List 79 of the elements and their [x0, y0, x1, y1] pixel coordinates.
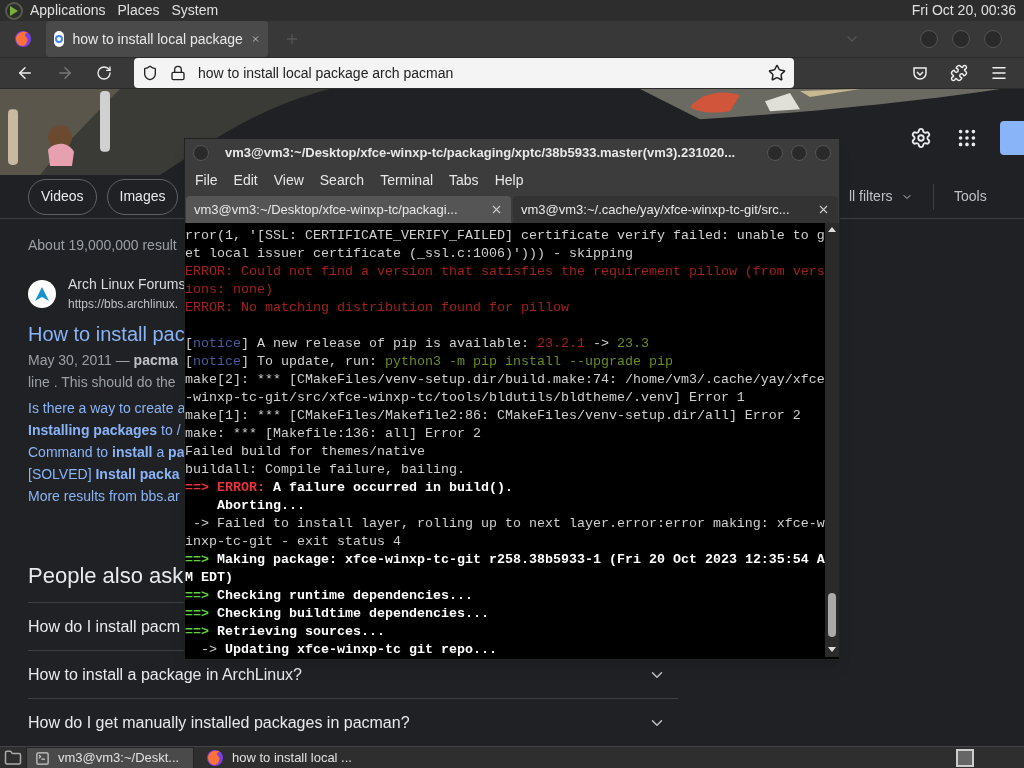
- result-link[interactable]: More results from bbs.ar: [28, 485, 180, 507]
- result-link[interactable]: Command to install a pa: [28, 441, 185, 463]
- star-icon[interactable]: [768, 64, 786, 82]
- tab-title: how to install local package: [72, 29, 243, 49]
- settings-icon[interactable]: [910, 127, 932, 149]
- shield-icon[interactable]: [142, 65, 158, 81]
- menu-item[interactable]: Edit: [225, 170, 266, 192]
- window-title: vm3@vm3:~/Desktop/xfce-winxp-tc/packaging/xptc/38b5933.master(vm3).231020...: [224, 143, 736, 162]
- result-snippet: May 30, 2011 — pacma: [28, 351, 178, 370]
- back-icon[interactable]: [16, 64, 34, 82]
- filter-button[interactable]: ll filters: [849, 186, 913, 207]
- site-name: Arch Linux Forums: [68, 275, 186, 294]
- terminal-line: Failed build for themes/native: [185, 443, 425, 461]
- address-field[interactable]: how to install local package arch pacman: [134, 58, 794, 88]
- terminal-line: make[2]: *** [CMakeFiles/venv-setup.dir/build.make:74: /home/vm3/.cache/yay/xfce: [185, 371, 825, 389]
- workspace-icon[interactable]: [956, 749, 974, 767]
- menu-item[interactable]: Tabs: [441, 170, 487, 192]
- question-text[interactable]: How do I install pacm: [28, 614, 181, 639]
- lock-icon[interactable]: [170, 65, 186, 81]
- terminal-line: Aborting...: [216, 497, 305, 515]
- clock: Fri Oct 20, 00:36: [911, 1, 1017, 20]
- menu-item[interactable]: Search: [311, 170, 373, 192]
- terminal-line: -winxp-tc-git/src/xfce-winxp-tc/tools/bldutils/bldtheme/.venv] Error 1: [185, 389, 745, 405]
- terminal-line: [notice] A new release of pip is available: 23.2.1 -> 23.3: [185, 335, 649, 353]
- taskbar-item[interactable]: vm3@vm3:~/Deskt...: [26, 747, 194, 768]
- reload-icon[interactable]: [96, 65, 112, 81]
- forward-icon[interactable]: [56, 64, 74, 82]
- extensions-icon[interactable]: [950, 64, 968, 82]
- address-text: how to install local package arch pacman: [198, 63, 454, 83]
- show-desktop-icon[interactable]: [4, 749, 22, 767]
- scrollbar[interactable]: [825, 223, 839, 657]
- filter-button[interactable]: Tools: [954, 186, 1024, 207]
- terminal-line: inxp-tc-git - exit status 4: [185, 533, 401, 551]
- menu-icon[interactable]: [990, 64, 1008, 82]
- terminal-line: ==> Checking runtime dependencies...: [185, 587, 473, 605]
- terminal-line: et local issuer certificate (_ssl.c:1006)'))) - skipping: [185, 245, 633, 263]
- terminal-line: ERROR: No matching distribution found for pillow: [185, 299, 569, 317]
- site-url: https://bbs.archlinux.: [68, 296, 180, 313]
- terminal-line: make: *** [Makefile:136: all] Error 2: [185, 425, 481, 443]
- section-heading: People also ask: [28, 562, 184, 590]
- terminal-line: M EDT): [185, 569, 233, 587]
- apps-icon[interactable]: [956, 127, 978, 149]
- result-link[interactable]: Is there a way to create a: [28, 397, 186, 419]
- result-link[interactable]: [SOLVED] Install packa: [28, 463, 180, 485]
- terminal-icon: [35, 750, 50, 766]
- browser-icon: [206, 749, 224, 767]
- panel-menu[interactable]: Places: [111, 0, 166, 21]
- question-text[interactable]: How to install a package in ArchLinux?: [28, 662, 302, 687]
- menu-item[interactable]: Help: [486, 170, 532, 192]
- terminal-line: buildall: Compile failure, bailing.: [185, 461, 465, 479]
- site-logo-icon: [28, 279, 56, 308]
- terminal-line: -> Updating xfce-winxp-tc git repo...: [200, 641, 497, 659]
- browser-icon: [14, 30, 32, 48]
- terminal-line: ==> Making package: xfce-winxp-tc-git r258.38b5933-1 (Fri 20 Oct 2023 12:35:54 A: [185, 551, 825, 569]
- terminal-line: ==> Retrieving sources...: [185, 623, 385, 641]
- terminal-line: make[1]: *** [CMakeFiles/Makefile2:86: CMakeFiles/venv-setup.dir/all] Error 2: [185, 408, 801, 425]
- panel-menu[interactable]: Applications: [24, 0, 112, 21]
- terminal-line: ==> ERROR: A failure occurred in build().: [185, 479, 513, 497]
- result-title[interactable]: How to install pac: [28, 319, 185, 349]
- question-text[interactable]: How do I get manually installed packages in pacman?: [28, 710, 410, 735]
- terminal-tab[interactable]: vm3@vm3:~/Desktop/xfce-winxp-tc/packagi...: [186, 195, 511, 223]
- terminal-line: [notice] To update, run: python3 -m pip install --upgrade pip: [185, 353, 673, 371]
- menu-item[interactable]: View: [265, 170, 312, 192]
- panel-menu[interactable]: System: [165, 0, 225, 21]
- logo-icon[interactable]: [4, 0, 24, 21]
- terminal-line: ERROR: Could not find a version that satisfies the requirement pillow (from vers: [185, 263, 825, 281]
- results-count: About 19,000,000 result: [28, 236, 177, 255]
- menu-item[interactable]: File: [187, 170, 226, 192]
- taskbar-item[interactable]: how to install local ...: [198, 747, 366, 768]
- terminal-line: ions: none): [185, 281, 273, 299]
- menu-item[interactable]: Terminal: [372, 170, 442, 192]
- terminal-line: rror(1, '[SSL: CERTIFICATE_VERIFY_FAILED] certificate verify failed: unable to g: [185, 227, 825, 245]
- result-snippet: line . This should do the: [28, 373, 176, 392]
- pocket-icon[interactable]: [912, 65, 928, 81]
- terminal-line: -> Failed to install layer, rolling up to next layer.error:error making: xfce-w: [192, 515, 825, 533]
- terminal-tab[interactable]: vm3@vm3:~/.cache/yay/xfce-winxp-tc-git/src...: [513, 195, 838, 223]
- result-link[interactable]: Installing packages to /: [28, 419, 181, 441]
- terminal-line: ==> Checking buildtime dependencies...: [185, 605, 489, 623]
- browser-tab[interactable]: how to install local package: [46, 21, 268, 57]
